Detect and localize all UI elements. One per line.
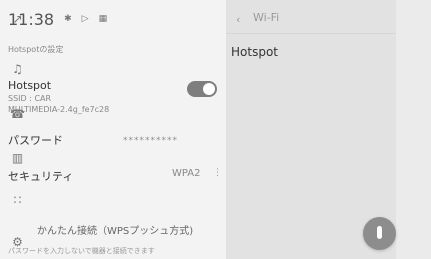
hotspot-toggle[interactable] <box>187 81 217 97</box>
back-icon[interactable]: ‹ <box>236 13 240 26</box>
music-icon[interactable]: ♫ <box>0 63 35 75</box>
right-rail <box>396 0 431 259</box>
apps-icon[interactable]: ∷ <box>0 194 35 206</box>
hotspot-title: Hotspot <box>8 79 52 92</box>
header-divider <box>226 33 396 34</box>
chevron-down-icon[interactable]: ⋮ <box>213 168 222 178</box>
password-label: パスワード <box>8 134 63 147</box>
section-label: Hotspotの設定 <box>8 45 64 54</box>
voice-command-button[interactable] <box>363 217 396 250</box>
mic-icon <box>377 226 382 239</box>
left-panel <box>0 0 226 259</box>
wps-button-label[interactable]: かんたん接続（WPSプッシュ方式) <box>37 222 193 237</box>
navigation-icon[interactable]: ↗ <box>0 13 35 25</box>
signal-icon: ▷ <box>81 13 89 24</box>
main-screen: 11:38 ✱ ▷ ▦ Hotspotの設定 Hotspot SSID : CA… <box>0 0 431 259</box>
phone-icon[interactable]: ☎ <box>0 108 35 120</box>
security-value[interactable]: WPA2 <box>172 168 200 179</box>
settings-icon[interactable]: ⚙ <box>0 236 35 248</box>
bluetooth-icon: ✱ <box>64 13 72 24</box>
car-icon: ▦ <box>98 13 108 24</box>
password-value[interactable]: ********** <box>123 136 178 146</box>
wifi-title: Wi-Fi <box>253 11 280 24</box>
vehicle-icon[interactable]: ▥ <box>0 152 35 164</box>
ssid-line-1: SSID : CAR <box>8 94 52 103</box>
security-label: セキュリティ <box>8 170 74 183</box>
toggle-knob <box>203 83 215 95</box>
wifi-selected-item[interactable]: Hotspot <box>231 45 278 59</box>
